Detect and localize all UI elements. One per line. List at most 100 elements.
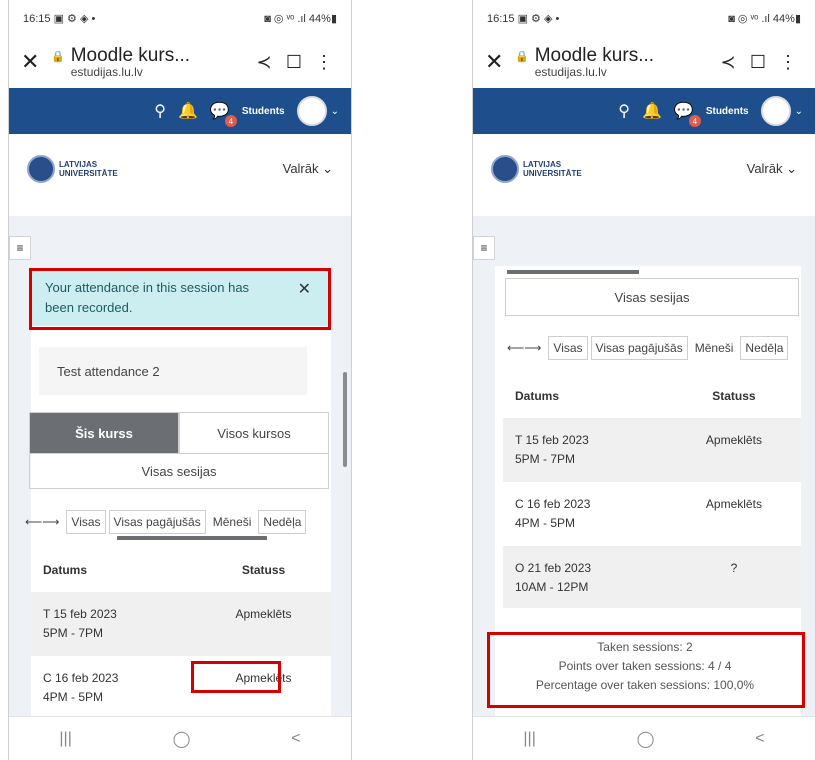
arrows-icon[interactable]: ⟵⟶ xyxy=(503,337,545,359)
lock-icon: 🔒 xyxy=(51,50,65,63)
share-icon[interactable]: ≺ xyxy=(713,52,743,73)
bookmark-icon[interactable]: ☐ xyxy=(279,52,309,73)
bookmark-icon[interactable]: ☐ xyxy=(743,52,773,73)
url-text[interactable]: estudijas.lu.lv xyxy=(71,65,249,79)
university-logo[interactable]: LATVIJAS UNIVERSITĀTE xyxy=(27,155,118,183)
chat-icon[interactable]: 💬 4 xyxy=(674,101,701,127)
row-date: T 15 feb 2023 xyxy=(515,433,589,447)
url-text[interactable]: estudijas.lu.lv xyxy=(535,65,713,79)
browser-url-bar: ✕ 🔒 Moodle kurs... estudijas.lu.lv ≺ ☐ ⋮ xyxy=(473,36,815,88)
arrows-icon[interactable]: ⟵⟶ xyxy=(21,511,63,533)
table-row: C 16 feb 2023 4PM - 5PM Apmeklēts xyxy=(503,482,801,546)
row-time: 5PM - 7PM xyxy=(43,626,104,640)
filter-bar: ⟵⟶ Visas Visas pagājušās Mēneši Nedēļa xyxy=(21,510,307,534)
search-icon[interactable]: ⚲ xyxy=(154,101,166,121)
filter-all-past[interactable]: Visas pagājušās xyxy=(108,510,206,534)
highlight-box xyxy=(487,632,805,708)
avatar[interactable] xyxy=(296,96,327,126)
column-date: Datums xyxy=(43,563,88,577)
brand-header: LATVIJAS UNIVERSITĀTE Valrāk ⌄ xyxy=(9,134,351,204)
moodle-navbar: ⚲ 🔔 💬 4 Students ⌄ xyxy=(473,88,815,134)
page-title: Moodle kurs... xyxy=(534,45,655,66)
system-nav-bar: ||| ◯ < xyxy=(473,716,815,760)
filter-all[interactable]: Visas xyxy=(548,336,588,360)
column-status: Statuss xyxy=(712,389,756,403)
tab-indicator xyxy=(507,270,639,274)
row-time: 4PM - 5PM xyxy=(43,690,104,704)
drawer-toggle-icon[interactable]: ≡ xyxy=(473,236,495,260)
table-row: O 21 feb 2023 10AM - 12PM ? xyxy=(503,546,801,608)
moodle-navbar: ⚲ 🔔 💬 4 Students ⌄ xyxy=(9,88,351,134)
sessions-tab-row: Visas sesijas xyxy=(505,278,799,316)
menu-icon[interactable]: ⋮ xyxy=(309,52,339,73)
role-label[interactable]: Students xyxy=(242,106,285,117)
share-icon[interactable]: ≺ xyxy=(249,52,279,73)
phone-screenshot-right: 16:15 ▣ ⚙ ◈ • ◙ ◎ ᵛᵒ .ıl 44%▮ ✕ 🔒 Moodle… xyxy=(472,0,816,760)
chevron-down-icon[interactable]: ⌄ xyxy=(331,106,339,117)
search-icon[interactable]: ⚲ xyxy=(618,101,630,121)
seal-icon xyxy=(27,155,55,183)
tab-this-course[interactable]: Šis kurss xyxy=(29,412,179,454)
column-date: Datums xyxy=(515,389,560,403)
filter-week[interactable]: Nedēļa xyxy=(740,336,789,360)
close-icon[interactable]: ✕ xyxy=(485,49,511,75)
tab-all-courses[interactable]: Visos kursos xyxy=(179,412,329,454)
more-menu[interactable]: Valrāk ⌄ xyxy=(283,161,333,177)
table-header: Datums Statuss xyxy=(31,548,331,592)
tab-all-sessions[interactable]: Visas sesijas xyxy=(29,453,329,489)
drawer-toggle-icon[interactable]: ≡ xyxy=(9,236,31,260)
back-icon[interactable]: < xyxy=(755,730,764,748)
seal-icon xyxy=(491,155,519,183)
filter-bar: ⟵⟶ Visas Visas pagājušās Mēneši Nedēļa xyxy=(503,336,789,360)
row-status: ? xyxy=(730,561,738,575)
home-icon[interactable]: ◯ xyxy=(637,729,655,749)
lock-icon: 🔒 xyxy=(515,50,529,63)
filter-all-past[interactable]: Visas pagājušās xyxy=(590,336,688,360)
bell-icon[interactable]: 🔔 xyxy=(642,101,662,121)
bell-icon[interactable]: 🔔 xyxy=(178,101,198,121)
scrollbar[interactable] xyxy=(343,372,347,467)
filter-all[interactable]: Visas xyxy=(66,510,106,534)
course-tabs: Šis kurss Visos kursos xyxy=(29,412,329,454)
table-row: T 15 feb 2023 5PM - 7PM Apmeklēts xyxy=(31,592,331,656)
message-badge: 4 xyxy=(688,115,701,127)
tab-all-sessions[interactable]: Visas sesijas xyxy=(505,278,799,316)
row-status: Apmeklēts xyxy=(235,607,292,621)
chat-icon[interactable]: 💬 4 xyxy=(210,101,237,127)
sessions-tab-row: Visas sesijas xyxy=(29,453,329,489)
filter-months[interactable]: Mēneši xyxy=(691,337,738,359)
home-icon[interactable]: ◯ xyxy=(173,729,191,749)
row-time: 10AM - 12PM xyxy=(515,580,589,594)
status-time-and-icons: 16:15 ▣ ⚙ ◈ • xyxy=(23,12,96,25)
page-title: Moodle kurs... xyxy=(70,45,191,66)
menu-icon[interactable]: ⋮ xyxy=(773,52,803,73)
browser-url-bar: ✕ 🔒 Moodle kurs... estudijas.lu.lv ≺ ☐ ⋮ xyxy=(9,36,351,88)
table-row: C 16 feb 2023 4PM - 5PM Apmeklēts xyxy=(31,656,331,718)
status-bar: 16:15 ▣ ⚙ ◈ • ◙ ◎ ᵛᵒ .ıl 44%▮ xyxy=(9,0,351,36)
highlight-box xyxy=(191,661,281,693)
message-badge: 4 xyxy=(224,115,237,127)
back-icon[interactable]: < xyxy=(291,730,300,748)
filter-week[interactable]: Nedēļa xyxy=(258,510,307,534)
row-status: Apmeklēts xyxy=(705,433,762,447)
chevron-down-icon[interactable]: ⌄ xyxy=(795,106,803,117)
row-status: Apmeklēts xyxy=(705,497,762,511)
more-menu[interactable]: Valrāk ⌄ xyxy=(747,161,797,177)
table-header: Datums Statuss xyxy=(503,374,801,418)
close-icon[interactable]: ✕ xyxy=(21,49,47,75)
recent-apps-icon[interactable]: ||| xyxy=(523,730,535,748)
role-label[interactable]: Students xyxy=(706,106,749,117)
scroll-indicator xyxy=(117,536,267,540)
filter-months[interactable]: Mēneši xyxy=(209,511,256,533)
status-right-icons: ◙ ◎ ᵛᵒ .ıl 44%▮ xyxy=(264,12,337,25)
column-status: Statuss xyxy=(241,563,286,577)
table-row: T 15 feb 2023 5PM - 7PM Apmeklēts xyxy=(503,418,801,482)
row-date: T 15 feb 2023 xyxy=(43,607,117,621)
status-bar: 16:15 ▣ ⚙ ◈ • ◙ ◎ ᵛᵒ .ıl 44%▮ xyxy=(473,0,815,36)
university-logo[interactable]: LATVIJAS UNIVERSITĀTE xyxy=(491,155,582,183)
avatar[interactable] xyxy=(760,96,791,126)
recent-apps-icon[interactable]: ||| xyxy=(59,730,71,748)
row-time: 5PM - 7PM xyxy=(515,452,576,466)
phone-screenshot-left: 16:15 ▣ ⚙ ◈ • ◙ ◎ ᵛᵒ .ıl 44%▮ ✕ 🔒 Moodle… xyxy=(8,0,352,760)
row-time: 4PM - 5PM xyxy=(515,516,576,530)
